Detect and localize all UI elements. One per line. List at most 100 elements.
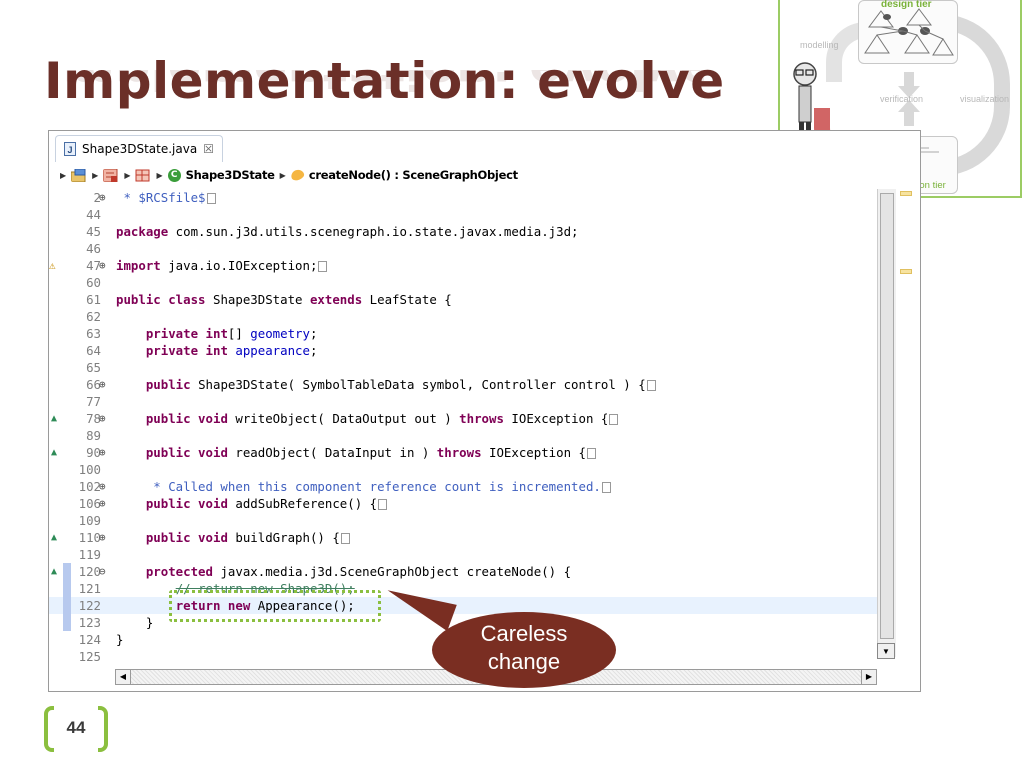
line-number: 102 xyxy=(78,479,101,494)
programmer-figure-icon xyxy=(793,62,817,136)
line-number: 120 xyxy=(78,564,101,579)
ruler-warning-mark[interactable] xyxy=(900,191,912,196)
design-tier-box: design tier xyxy=(858,0,958,64)
package-icon[interactable] xyxy=(135,169,151,182)
change-highlight-box xyxy=(169,590,381,622)
code-line[interactable]: 100 xyxy=(49,461,877,478)
bracket-left xyxy=(44,706,54,752)
vertical-scrollbar[interactable] xyxy=(877,189,896,657)
line-number: 119 xyxy=(78,547,101,562)
ruler-warning-mark[interactable] xyxy=(900,269,912,274)
line-number: 44 xyxy=(86,207,101,222)
code-line[interactable]: ▲ 78 ⊕ public void writeObject( DataOutput… xyxy=(49,410,877,427)
line-number: 100 xyxy=(78,462,101,477)
breadcrumb-class[interactable]: Shape3DState xyxy=(186,168,275,182)
expand-fold-icon[interactable]: ⊕ xyxy=(99,410,113,427)
chevron-right-icon[interactable]: ▶ xyxy=(124,171,130,180)
java-file-icon: J xyxy=(64,142,76,156)
callout-line-1: Careless xyxy=(480,621,568,646)
code-line[interactable]: ⚠ 47 ⊕ import java.io.IOException; xyxy=(49,257,877,274)
code-text: } xyxy=(116,632,124,647)
code-line[interactable]: 65 xyxy=(49,359,877,376)
line-number: 2 xyxy=(93,190,101,205)
code-line[interactable]: 63 private int[] geometry; xyxy=(49,325,877,342)
code-line[interactable]: 106 ⊕ public void addSubReference() { xyxy=(49,495,877,512)
expand-fold-icon[interactable]: ⊕ xyxy=(99,444,113,461)
line-number: 123 xyxy=(78,615,101,630)
code-line[interactable]: 66 ⊕ public Shape3DState( SymbolTableData… xyxy=(49,376,877,393)
line-number: 47 xyxy=(86,258,101,273)
warning-icon[interactable]: ⚠ xyxy=(49,257,63,274)
visualization-label: visualization xyxy=(960,94,1010,104)
line-number: 121 xyxy=(78,581,101,596)
editor-tab-label: Shape3DState.java xyxy=(82,142,198,156)
line-number: 125 xyxy=(78,649,101,664)
code-line[interactable]: 64 private int appearance; xyxy=(49,342,877,359)
breadcrumb-method[interactable]: createNode() : SceneGraphObject xyxy=(309,168,518,182)
class-icon: C xyxy=(167,168,181,182)
close-icon[interactable]: ☒ xyxy=(203,142,214,156)
line-number: 66 xyxy=(86,377,101,392)
slide-number: 44 xyxy=(66,718,86,737)
chevron-right-icon[interactable]: ▶ xyxy=(156,171,162,180)
expand-fold-icon[interactable]: ⊕ xyxy=(99,495,113,512)
bracket-right xyxy=(98,706,108,752)
verification-label: verification xyxy=(880,94,924,104)
code-line[interactable]: ▲ 110 ⊕ public void buildGraph() { xyxy=(49,529,877,546)
code-text: protected javax.media.j3d.SceneGraphObje… xyxy=(145,564,572,579)
code-line[interactable]: 119 xyxy=(49,546,877,563)
code-line[interactable]: 62 xyxy=(49,308,877,325)
line-number: 62 xyxy=(86,309,101,324)
code-line[interactable]: ▲ 90 ⊕ public void readObject( DataInput i… xyxy=(49,444,877,461)
project-folder-icon[interactable] xyxy=(71,168,87,182)
editor-tab-shape3dstate[interactable]: J Shape3DState.java ☒ xyxy=(55,135,223,162)
code-line[interactable]: 46 xyxy=(49,240,877,257)
expand-fold-icon[interactable]: ⊕ xyxy=(99,257,113,274)
source-folder-icon[interactable] xyxy=(103,168,119,182)
code-line[interactable]: 45 package com.sun.j3d.utils.scenegraph.i… xyxy=(49,223,877,240)
code-line[interactable]: 89 xyxy=(49,427,877,444)
line-number: 45 xyxy=(86,224,101,239)
scroll-right-button[interactable]: ▶ xyxy=(861,670,876,684)
line-number: 106 xyxy=(78,496,101,511)
code-text: public void readObject( DataInput in ) t… xyxy=(116,444,596,461)
line-number: 78 xyxy=(86,411,101,426)
line-number: 124 xyxy=(78,632,101,647)
chevron-right-icon[interactable]: ▶ xyxy=(60,171,66,180)
modelling-label: modelling xyxy=(800,40,839,50)
slide-title-reflection-text: Implementation: evolve xyxy=(44,70,704,100)
line-number: 63 xyxy=(86,326,101,341)
line-number: 77 xyxy=(86,394,101,409)
chevron-right-icon[interactable]: ▶ xyxy=(92,171,98,180)
code-text: } xyxy=(116,615,154,630)
chevron-right-icon[interactable]: ▶ xyxy=(280,171,286,180)
vertical-scrollbar-thumb[interactable] xyxy=(880,193,894,639)
code-line[interactable]: ▲ 120 ⊖ protected javax.media.j3d.SceneGra… xyxy=(49,563,877,580)
expand-fold-icon[interactable]: ⊕ xyxy=(99,376,113,393)
code-line[interactable]: 2 ⊕ * $RCSfile$ xyxy=(49,189,877,206)
scroll-left-button[interactable]: ◀ xyxy=(116,670,131,684)
callout-line-2: change xyxy=(487,649,561,674)
expand-fold-icon[interactable]: ⊕ xyxy=(99,189,113,206)
code-line[interactable]: 102 ⊕ * Called when this component refere… xyxy=(49,478,877,495)
code-text: import java.io.IOException; xyxy=(116,257,328,274)
code-line[interactable]: 60 xyxy=(49,274,877,291)
code-text: private int[] geometry; xyxy=(145,326,318,341)
collapse-fold-icon[interactable]: ⊖ xyxy=(99,563,113,580)
line-number: 65 xyxy=(86,360,101,375)
expand-fold-icon[interactable]: ⊕ xyxy=(99,478,113,495)
editor-tab-bar: J Shape3DState.java ☒ xyxy=(49,131,920,164)
expand-fold-icon[interactable]: ⊕ xyxy=(99,529,113,546)
overview-ruler[interactable] xyxy=(896,189,920,659)
line-number: 90 xyxy=(86,445,101,460)
code-line[interactable]: 77 xyxy=(49,393,877,410)
scroll-down-button[interactable]: ▼ xyxy=(877,643,895,659)
code-text: public void writeObject( DataOutput out … xyxy=(116,410,619,427)
code-line[interactable]: 61 public class Shape3DState extends Leaf… xyxy=(49,291,877,308)
line-number: 89 xyxy=(86,428,101,443)
line-number: 46 xyxy=(86,241,101,256)
code-line[interactable]: 44 xyxy=(49,206,877,223)
breadcrumb: ▶ ▶ ▶ ▶ C Shape3DState ▶ createNode() : … xyxy=(49,163,920,187)
code-line[interactable]: 109 xyxy=(49,512,877,529)
code-text: * Called when this component reference c… xyxy=(116,478,611,495)
